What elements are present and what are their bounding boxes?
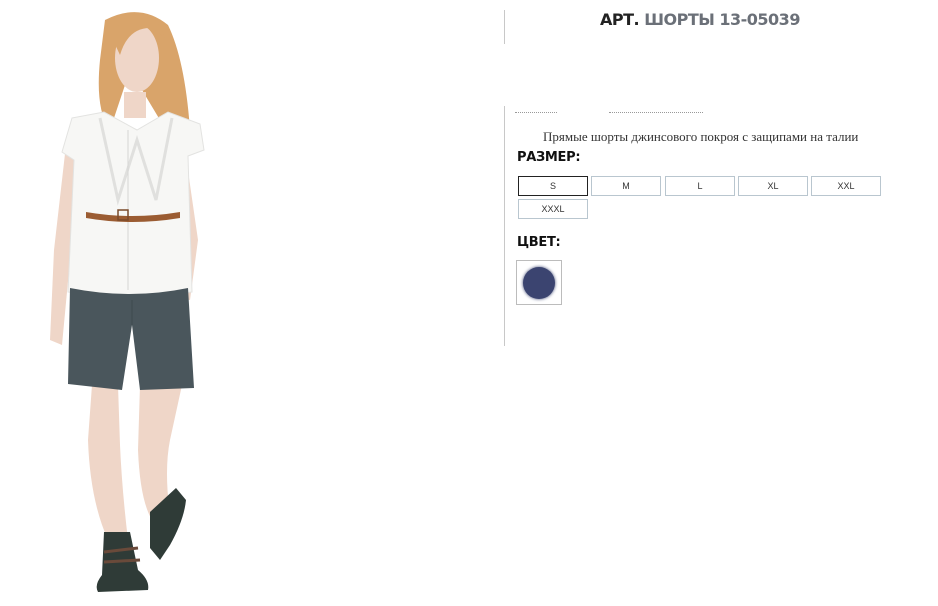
size-option-xxl[interactable]: XXL [811,176,881,196]
size-label: РАЗМЕР: [517,150,581,165]
dotted-divider [515,112,557,113]
size-option-xl[interactable]: XL [738,176,808,196]
dotted-divider [609,112,703,113]
size-option-s[interactable]: S [518,176,588,196]
column-divider-top [504,10,505,44]
size-option-l[interactable]: L [665,176,735,196]
product-title: АРТ. ШОРТЫ 13-05039 [520,10,880,29]
color-swatch-dot [523,267,555,299]
product-photo [0,0,250,601]
title-prefix: АРТ. [600,10,640,29]
title-article: ШОРТЫ 13-05039 [644,10,800,29]
size-option-xxxl[interactable]: XXXL [518,199,588,219]
column-divider [504,106,505,346]
product-description: Прямые шорты джинсового покроя с защипам… [543,129,859,144]
color-label: ЦВЕТ: [517,235,561,250]
color-swatch[interactable] [516,260,562,305]
size-option-m[interactable]: M [591,176,661,196]
